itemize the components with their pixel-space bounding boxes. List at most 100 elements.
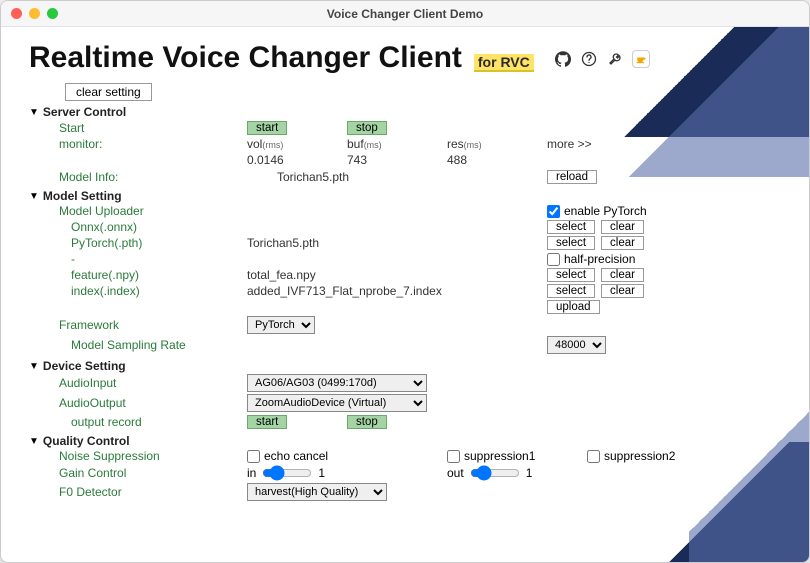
index-value: added_IVF713_Flat_nprobe_7.index <box>247 284 547 298</box>
monitor-header-row: monitor: vol(rms) buf(ms) res(ms) more >… <box>29 136 781 152</box>
buf-label: buf <box>347 137 364 151</box>
suppression2-label: suppression2 <box>604 449 675 463</box>
caret-down-icon: ▼ <box>29 361 39 372</box>
quality-control-header[interactable]: ▼ Quality Control <box>29 434 781 448</box>
pytorch-clear-button[interactable]: clear <box>601 236 644 250</box>
window-title: Voice Changer Client Demo <box>1 7 809 21</box>
section-title: Device Setting <box>43 359 126 373</box>
noise-suppression-label: Noise Suppression <box>47 449 247 463</box>
gain-in-slider[interactable] <box>262 465 312 481</box>
caret-down-icon: ▼ <box>29 107 39 118</box>
feature-value: total_fea.npy <box>247 268 547 282</box>
suppression1-label: suppression1 <box>464 449 535 463</box>
start-button[interactable]: start <box>247 121 287 135</box>
upload-row: upload <box>29 299 781 315</box>
feature-clear-button[interactable]: clear <box>601 268 644 282</box>
audio-input-row: AudioInput AG06/AG03 (0499:170d) <box>29 373 781 393</box>
vol-unit: (rms) <box>262 140 283 150</box>
start-label: Start <box>47 121 247 135</box>
sampling-rate-select[interactable]: 48000 <box>547 336 606 354</box>
upload-button[interactable]: upload <box>547 300 600 314</box>
page-title: Realtime Voice Changer Client <box>29 41 462 75</box>
noise-suppression-row: Noise Suppression echo cancel suppressio… <box>29 448 781 464</box>
pytorch-select-button[interactable]: select <box>547 236 595 250</box>
model-setting-header[interactable]: ▼ Model Setting <box>29 189 781 203</box>
gain-out-label: out <box>447 466 464 480</box>
coffee-icon[interactable] <box>632 50 650 68</box>
sampling-rate-row: Model Sampling Rate 48000 <box>29 335 781 355</box>
gain-out-slider[interactable] <box>470 465 520 481</box>
clear-setting-button[interactable]: clear setting <box>65 83 152 101</box>
gain-in-label: in <box>247 466 256 480</box>
record-stop-button[interactable]: stop <box>347 415 387 429</box>
gain-control-label: Gain Control <box>47 466 247 480</box>
for-tag: for RVC <box>474 54 534 72</box>
audio-input-select[interactable]: AG06/AG03 (0499:170d) <box>247 374 427 392</box>
framework-row: Framework PyTorch <box>29 315 781 335</box>
f0-detector-row: F0 Detector harvest(High Quality) <box>29 482 781 502</box>
feature-row: feature(.npy) total_fea.npy select clear <box>29 267 781 283</box>
f0-detector-label: F0 Detector <box>47 485 247 499</box>
half-precision-row: - half-precision <box>29 251 781 267</box>
app-window: Voice Changer Client Demo Realtime Voice… <box>0 0 810 563</box>
stop-button[interactable]: stop <box>347 121 387 135</box>
device-setting-header[interactable]: ▼ Device Setting <box>29 359 781 373</box>
half-precision-label: half-precision <box>564 252 635 266</box>
audio-input-label: AudioInput <box>47 376 247 390</box>
output-record-row: output record start stop <box>29 413 781 430</box>
f0-detector-select[interactable]: harvest(High Quality) <box>247 483 387 501</box>
index-select-button[interactable]: select <box>547 284 595 298</box>
section-title: Server Control <box>43 105 126 119</box>
echo-cancel-checkbox[interactable] <box>247 450 260 463</box>
vol-value: 0.0146 <box>247 153 347 167</box>
sampling-rate-label: Model Sampling Rate <box>47 338 247 352</box>
monitor-label: monitor: <box>47 137 247 151</box>
model-uploader-label: Model Uploader <box>47 204 247 218</box>
settings-icon[interactable] <box>606 50 624 68</box>
gain-control-row: Gain Control in 1 out 1 <box>29 464 781 482</box>
dash-label: - <box>47 252 247 266</box>
github-icon[interactable] <box>554 50 572 68</box>
feature-select-button[interactable]: select <box>547 268 595 282</box>
more-link[interactable]: more >> <box>547 137 781 151</box>
caret-down-icon: ▼ <box>29 191 39 202</box>
gain-out-value: 1 <box>526 466 533 480</box>
audio-output-select[interactable]: ZoomAudioDevice (Virtual) <box>247 394 427 412</box>
content-area: Realtime Voice Changer Client for RVC cl… <box>1 27 809 562</box>
record-start-button[interactable]: start <box>247 415 287 429</box>
enable-pytorch-label: enable PyTorch <box>564 204 647 218</box>
framework-select[interactable]: PyTorch <box>247 316 315 334</box>
enable-pytorch-checkbox[interactable] <box>547 205 560 218</box>
model-info-row: Model Info: Torichan5.pth reload <box>29 168 781 185</box>
help-icon[interactable] <box>580 50 598 68</box>
model-info-value: Torichan5.pth <box>247 170 547 184</box>
reload-button[interactable]: reload <box>547 170 597 184</box>
suppression2-checkbox[interactable] <box>587 450 600 463</box>
section-title: Quality Control <box>43 434 130 448</box>
audio-output-row: AudioOutput ZoomAudioDevice (Virtual) <box>29 393 781 413</box>
gain-in-value: 1 <box>318 466 325 480</box>
pytorch-value: Torichan5.pth <box>247 236 547 250</box>
feature-label: feature(.npy) <box>47 268 247 282</box>
index-label: index(.index) <box>47 284 247 298</box>
audio-output-label: AudioOutput <box>47 396 247 410</box>
model-uploader-row: Model Uploader enable PyTorch <box>29 203 781 219</box>
half-precision-checkbox[interactable] <box>547 253 560 266</box>
section-title: Model Setting <box>43 189 122 203</box>
pytorch-label: PyTorch(.pth) <box>47 236 247 250</box>
res-label: res <box>447 137 464 151</box>
suppression1-checkbox[interactable] <box>447 450 460 463</box>
vol-label: vol <box>247 137 262 151</box>
index-clear-button[interactable]: clear <box>601 284 644 298</box>
onnx-clear-button[interactable]: clear <box>601 220 644 234</box>
titlebar: Voice Changer Client Demo <box>1 1 809 27</box>
header-icons <box>554 50 650 68</box>
res-value: 488 <box>447 153 547 167</box>
onnx-select-button[interactable]: select <box>547 220 595 234</box>
echo-cancel-label: echo cancel <box>264 449 328 463</box>
header: Realtime Voice Changer Client for RVC <box>29 41 781 75</box>
onnx-label: Onnx(.onnx) <box>47 220 247 234</box>
output-record-label: output record <box>47 415 247 429</box>
framework-label: Framework <box>47 318 247 332</box>
res-unit: (ms) <box>464 140 482 150</box>
